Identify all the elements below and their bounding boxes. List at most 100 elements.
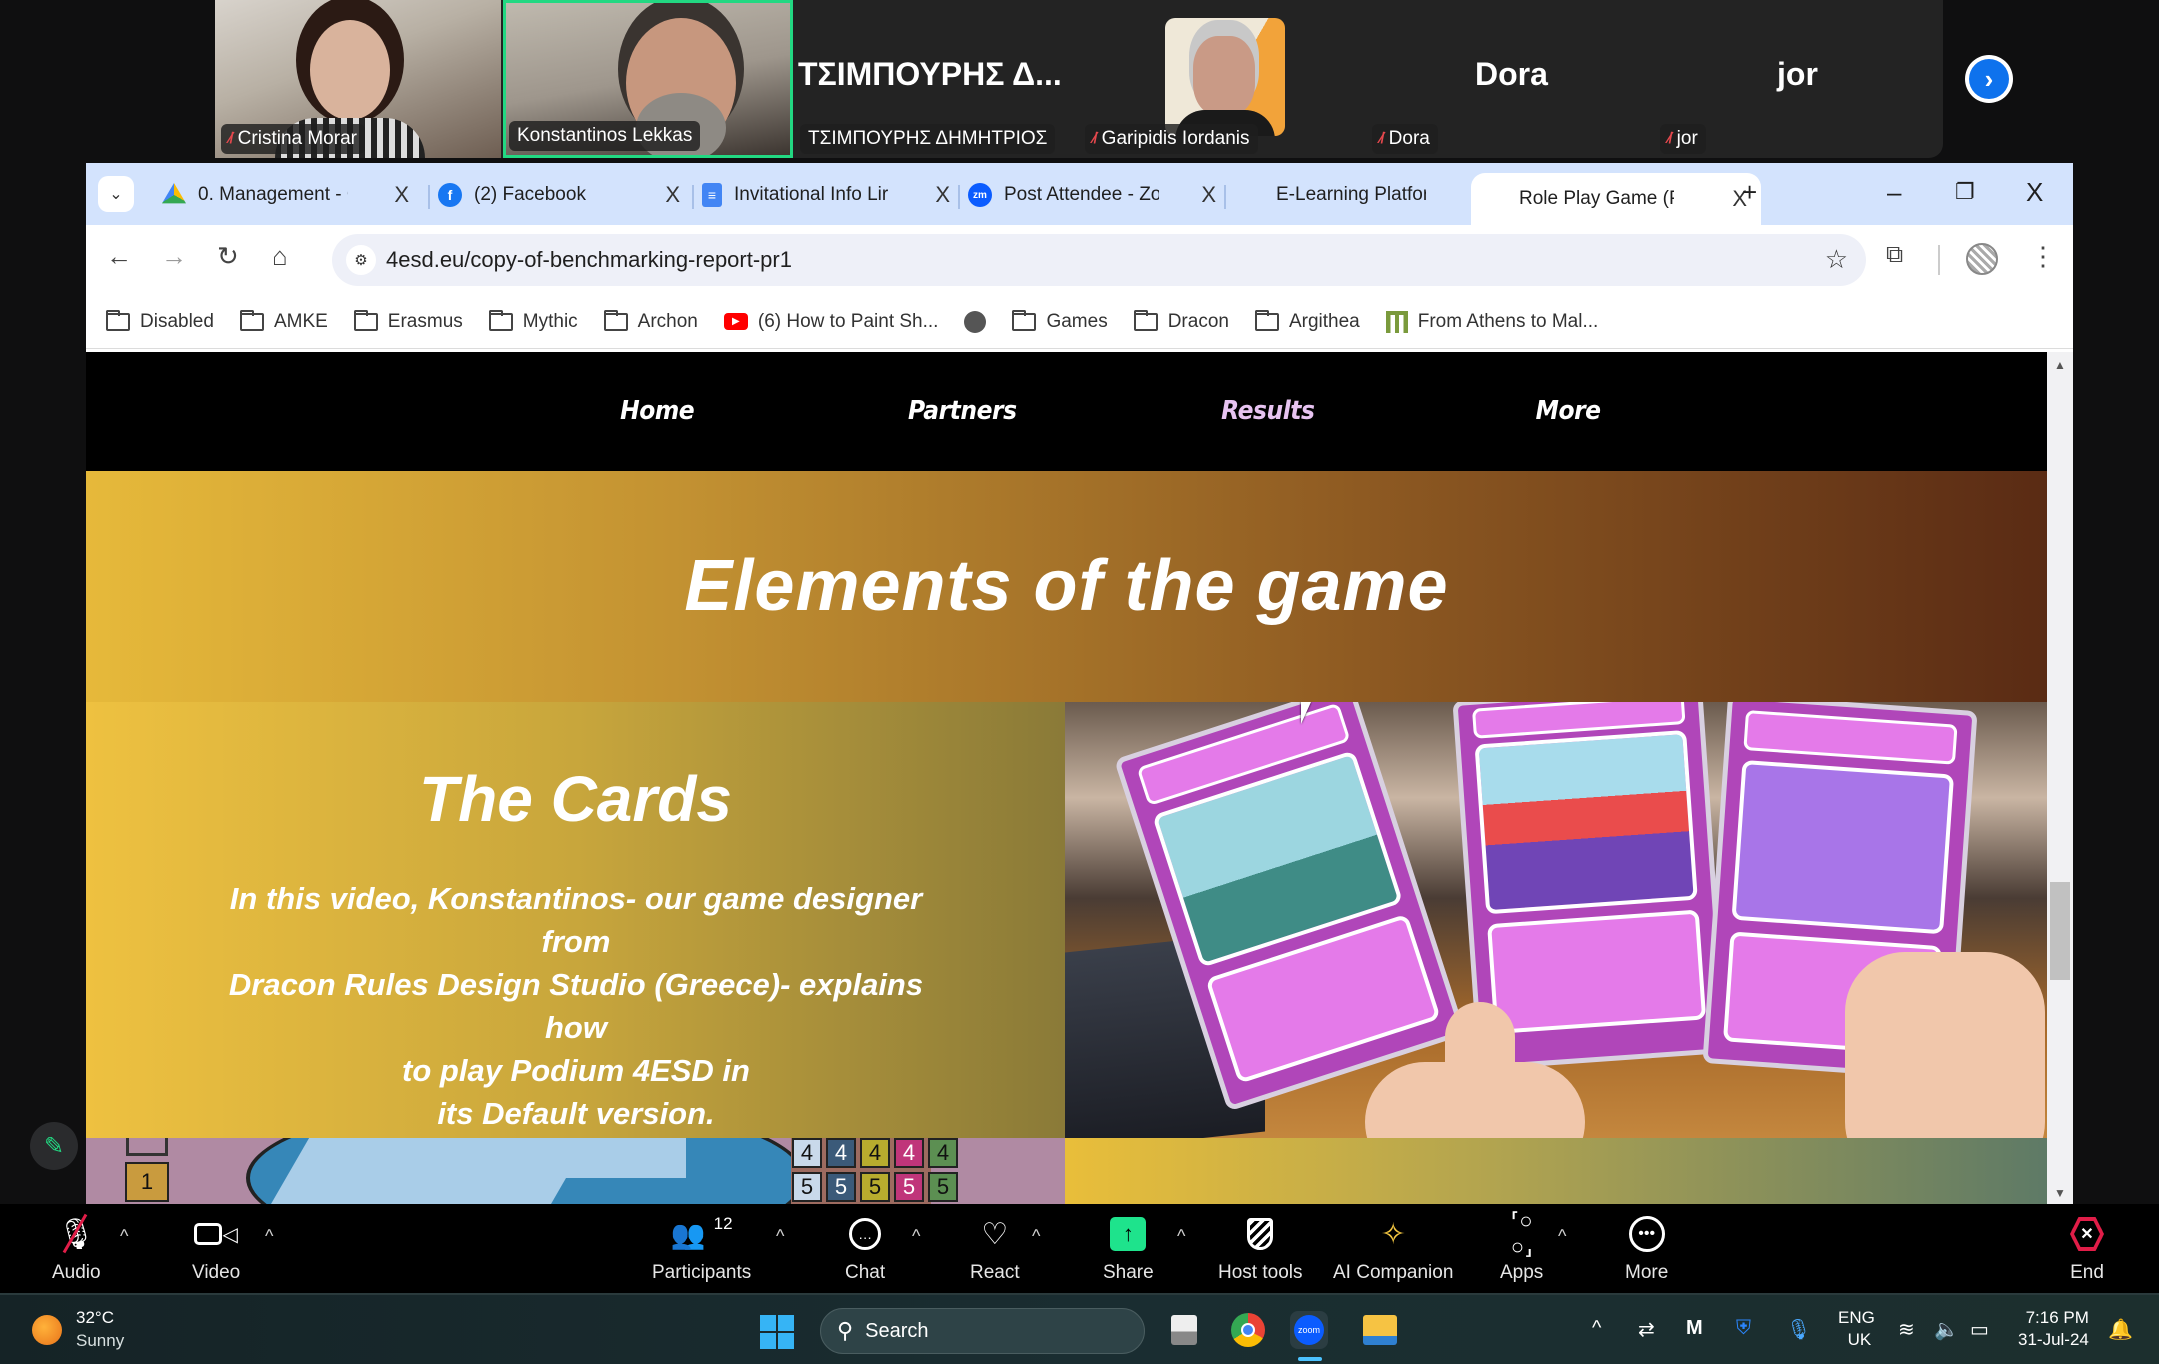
task-view-icon[interactable]: [1165, 1311, 1203, 1349]
bookmark-how-to-paint[interactable]: ▶ (6) How to Paint Sh...: [723, 311, 938, 333]
react-options-caret[interactable]: ^: [1032, 1226, 1040, 1247]
address-bar[interactable]: ⚙ 4esd.eu/copy-of-benchmarking-report-pr…: [332, 234, 1866, 286]
windows-taskbar: 32°C Sunny ⚲ Search zoom ^ ⇄ M ⛨ 🎙 ENG U…: [0, 1293, 2159, 1364]
nav-results[interactable]: Results: [1221, 396, 1315, 426]
chrome-icon[interactable]: [1229, 1311, 1267, 1349]
scroll-down-icon[interactable]: ▼: [2054, 1186, 2066, 1200]
folder-icon: [1012, 309, 1037, 331]
back-button[interactable]: ←: [106, 241, 132, 272]
participant-name-tag: ⁄̸ jor: [1660, 124, 1706, 154]
end-meeting-button[interactable]: ✕ End: [2070, 1214, 2104, 1284]
zoom-app-icon[interactable]: zoom: [1290, 1311, 1328, 1349]
tab-close-button[interactable]: X: [935, 182, 950, 208]
bookmark-from-athens[interactable]: From Athens to Mal...: [1385, 310, 1598, 333]
restore-button[interactable]: ❐: [1955, 179, 1975, 205]
forward-button[interactable]: →: [161, 241, 187, 272]
menu-kebab-icon[interactable]: ⋮: [2030, 241, 2056, 272]
audio-options-caret[interactable]: ^: [120, 1226, 128, 1247]
tab-close-button[interactable]: X: [1201, 182, 1216, 208]
home-button[interactable]: ⌂: [272, 241, 288, 272]
video-options-caret[interactable]: ^: [265, 1226, 273, 1247]
bookmark-argithea[interactable]: Argithea: [1254, 309, 1360, 333]
hero-banner: Elements of the game: [86, 471, 2047, 702]
wifi-icon[interactable]: ≋: [1898, 1317, 1915, 1342]
react-button[interactable]: ♡ React: [970, 1214, 1020, 1284]
microphone-icon[interactable]: 🎙: [1786, 1317, 1811, 1342]
input-language[interactable]: ENG UK: [1838, 1307, 1875, 1351]
more-button[interactable]: ••• More: [1625, 1214, 1668, 1284]
battery-icon[interactable]: ▭: [1970, 1317, 1989, 1342]
tab-invitational-info[interactable]: ≡ Invitational Info Lir X: [690, 173, 958, 217]
site-info-icon[interactable]: ⚙: [346, 245, 376, 275]
participant-tile-cristina[interactable]: ⁄̸ Cristina Morar: [215, 0, 501, 158]
bookmark-star-icon[interactable]: ☆: [1825, 244, 1848, 275]
video-button[interactable]: ◁ Video: [192, 1214, 240, 1284]
apps-options-caret[interactable]: ^: [1558, 1226, 1566, 1247]
scroll-up-icon[interactable]: ▲: [2054, 358, 2066, 372]
bookmark-mythic[interactable]: Mythic: [488, 309, 578, 333]
bookmark-games[interactable]: Games: [1012, 309, 1108, 333]
host-tools-button[interactable]: Host tools: [1218, 1214, 1302, 1284]
clock[interactable]: 7:16 PM 31-Jul-24: [2018, 1307, 2089, 1351]
mic-muted-icon: ⁄̸: [1093, 130, 1096, 147]
url-text[interactable]: 4esd.eu/copy-of-benchmarking-report-pr1: [386, 247, 792, 273]
bookmark-globe[interactable]: [964, 310, 987, 333]
file-explorer-icon[interactable]: [1361, 1311, 1399, 1349]
google-docs-icon: ≡: [702, 183, 722, 207]
bookmark-disabled[interactable]: Disabled: [106, 309, 214, 333]
weather-description[interactable]: Sunny: [76, 1330, 124, 1352]
share-button[interactable]: ↑ Share: [1103, 1214, 1154, 1284]
tab-search-button[interactable]: ⌄: [98, 176, 134, 212]
profile-avatar[interactable]: [1966, 243, 1998, 275]
participants-options-caret[interactable]: ^: [776, 1226, 784, 1247]
card-title-box: [1743, 710, 1958, 765]
annotate-pencil-button[interactable]: ✎: [30, 1122, 78, 1170]
tab-role-play-game[interactable]: Role Play Game (PI X: [1471, 173, 1761, 225]
extensions-icon[interactable]: ⧉: [1886, 241, 1903, 269]
ai-companion-button[interactable]: ✧ AI Companion: [1333, 1214, 1453, 1284]
notifications-bell-icon[interactable]: 🔔: [2108, 1317, 2133, 1342]
tab-facebook[interactable]: f (2) Facebook X: [426, 173, 688, 217]
heart-icon: ♡: [981, 1217, 1009, 1251]
participant-tile-konstantinos[interactable]: Konstantinos Lekkas: [503, 0, 793, 158]
tab-management[interactable]: 0. Management - G X: [162, 173, 417, 217]
tray-app-icon[interactable]: M: [1686, 1317, 1703, 1340]
taskbar-search[interactable]: ⚲ Search: [820, 1308, 1145, 1354]
nav-partners[interactable]: Partners: [908, 396, 1017, 426]
scroll-thumb[interactable]: [2050, 882, 2070, 980]
bookmark-amke[interactable]: AMKE: [239, 309, 328, 333]
cards-video-player[interactable]: [1065, 702, 2047, 1138]
bookmark-dracon[interactable]: Dracon: [1133, 309, 1229, 333]
show-hidden-icons-button[interactable]: ^: [1592, 1317, 1601, 1340]
bookmark-archon[interactable]: Archon: [603, 309, 698, 333]
tab-e-learning[interactable]: E-Learning Platfor X: [1226, 173, 1494, 217]
volume-icon[interactable]: 🔈: [1934, 1317, 1959, 1342]
share-options-caret[interactable]: ^: [1177, 1226, 1185, 1247]
chat-options-caret[interactable]: ^: [912, 1226, 920, 1247]
audio-button[interactable]: 🎙 Audio: [52, 1213, 101, 1284]
apps-button[interactable]: ⸢○ ○⸥ Apps: [1500, 1208, 1543, 1284]
section-title: The Cards: [419, 763, 732, 835]
tray-settings-icon[interactable]: ⇄: [1638, 1317, 1655, 1342]
bookmark-erasmus[interactable]: Erasmus: [353, 309, 463, 333]
new-tab-button[interactable]: +: [1742, 177, 1757, 208]
participants-button[interactable]: 👥 12 Participants: [652, 1214, 751, 1284]
mic-muted-icon: ⁄̸: [229, 130, 232, 147]
tab-close-button[interactable]: X: [394, 182, 409, 208]
security-shield-icon[interactable]: ⛨: [1736, 1317, 1751, 1340]
tab-close-button[interactable]: X: [665, 182, 680, 208]
windows-start-button[interactable]: [760, 1315, 794, 1349]
nav-more[interactable]: More: [1536, 396, 1601, 426]
tab-post-attendee[interactable]: zm Post Attendee - Zo X: [956, 173, 1224, 217]
track-cell: 1: [125, 1162, 169, 1202]
reload-button[interactable]: ↻: [217, 241, 239, 272]
weather-sun-icon[interactable]: [32, 1315, 62, 1345]
participant-name-tag: ΤΣΙΜΠΟΥΡΗΣ ΔΗΜΗΤΡΙΟΣ: [800, 124, 1056, 154]
close-window-button[interactable]: X: [2026, 177, 2043, 208]
nav-home[interactable]: Home: [620, 396, 695, 426]
minimize-button[interactable]: –: [1887, 177, 1901, 208]
page-scrollbar[interactable]: ▲ ▼: [2047, 352, 2073, 1204]
next-participants-button[interactable]: ›: [1965, 55, 2013, 103]
chat-button[interactable]: … Chat: [845, 1214, 885, 1284]
weather-temperature[interactable]: 32°C: [76, 1307, 114, 1329]
